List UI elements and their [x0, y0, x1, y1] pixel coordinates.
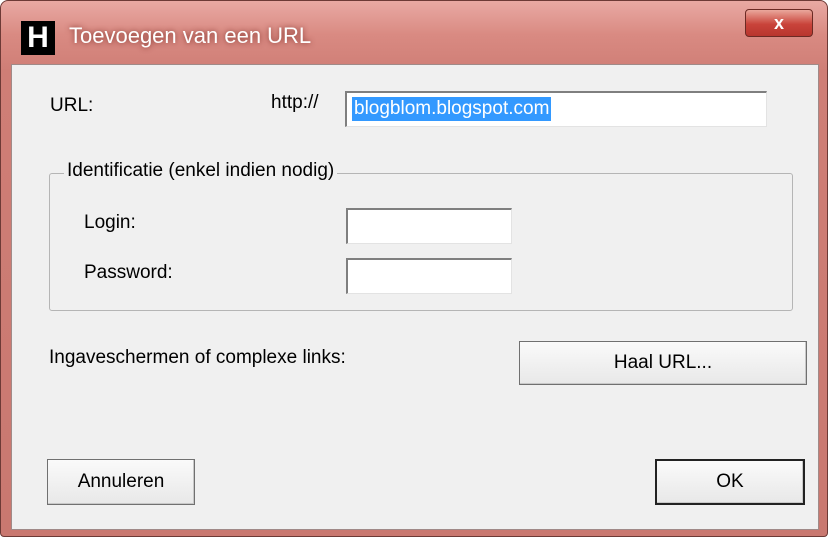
identification-group: Identificatie (enkel indien nodig) Login…: [49, 160, 793, 311]
dialog-window: H Toevoegen van een URL x URL: http:// b…: [0, 0, 828, 537]
app-logo-icon: H: [21, 21, 55, 55]
login-input[interactable]: [346, 208, 512, 244]
window-title: Toevoegen van een URL: [69, 23, 312, 48]
close-button[interactable]: x: [745, 9, 813, 37]
complex-links-label: Ingaveschermen of complexe links:: [49, 347, 346, 368]
login-label: Login:: [84, 212, 136, 233]
url-label: URL:: [50, 95, 94, 116]
dialog-content: URL: http:// blogblom.blogspot.com Ident…: [11, 64, 819, 530]
cancel-button[interactable]: Annuleren: [47, 459, 195, 505]
title-bar[interactable]: H Toevoegen van een URL x: [1, 1, 828, 63]
password-input[interactable]: [346, 258, 512, 294]
url-input-value: blogblom.blogspot.com: [352, 97, 552, 121]
ok-button[interactable]: OK: [655, 459, 805, 505]
url-input[interactable]: blogblom.blogspot.com: [345, 91, 767, 127]
url-prefix: http://: [271, 92, 319, 113]
close-icon: x: [773, 13, 784, 33]
identification-legend: Identificatie (enkel indien nodig): [64, 160, 338, 182]
get-url-button[interactable]: Haal URL...: [519, 341, 807, 385]
password-label: Password:: [84, 262, 173, 283]
